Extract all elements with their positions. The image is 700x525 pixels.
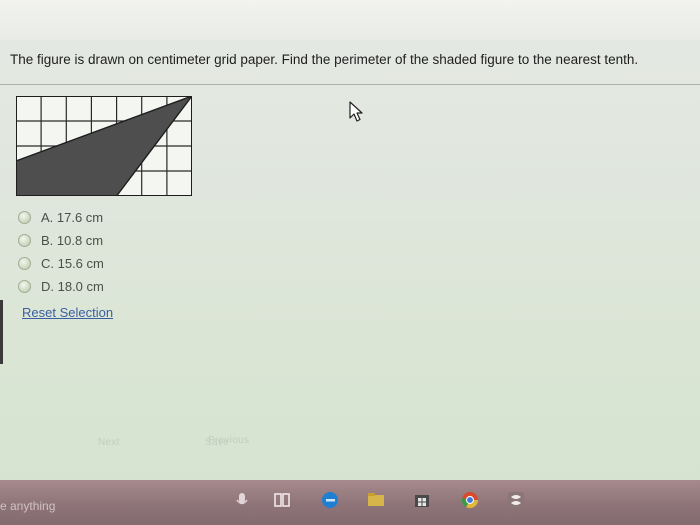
option-d-radio[interactable] (18, 280, 31, 293)
option-c-radio[interactable] (18, 257, 31, 270)
answer-options: A. 17.6 cm B. 10.8 cm C. 15.6 cm D. 18.0… (18, 206, 104, 298)
option-a-radio[interactable] (18, 211, 31, 224)
left-edge-bar (0, 300, 3, 364)
mouse-cursor-icon (349, 101, 363, 122)
option-b-label: B. 10.8 cm (41, 233, 104, 248)
edge-browser-icon[interactable] (320, 490, 340, 510)
option-d[interactable]: D. 18.0 cm (18, 275, 104, 298)
page-header-band (0, 0, 700, 40)
file-explorer-icon[interactable] (366, 490, 386, 510)
option-a-label: A. 17.6 cm (41, 210, 104, 225)
header-divider (0, 84, 700, 85)
question-text: The figure is drawn on centimeter grid p… (10, 52, 639, 67)
option-c[interactable]: C. 15.6 cm (18, 252, 104, 275)
option-b-radio[interactable] (18, 234, 31, 247)
windows-taskbar (0, 480, 700, 525)
reset-selection-link[interactable]: Reset Selection (22, 305, 113, 320)
store-icon[interactable] (412, 490, 432, 510)
save-button[interactable]: Save (205, 437, 229, 448)
task-view-icon[interactable] (272, 490, 292, 510)
option-c-label: C. 15.6 cm (41, 256, 104, 271)
app-icon[interactable] (506, 490, 526, 510)
next-button[interactable]: Next (98, 437, 120, 448)
option-d-label: D. 18.0 cm (41, 279, 104, 294)
option-a[interactable]: A. 17.6 cm (18, 206, 104, 229)
chrome-browser-icon[interactable] (460, 490, 480, 510)
option-b[interactable]: B. 10.8 cm (18, 229, 104, 252)
microphone-icon[interactable] (232, 490, 252, 510)
taskbar-search-box[interactable]: e anything (0, 499, 55, 513)
grid-figure (16, 96, 192, 196)
